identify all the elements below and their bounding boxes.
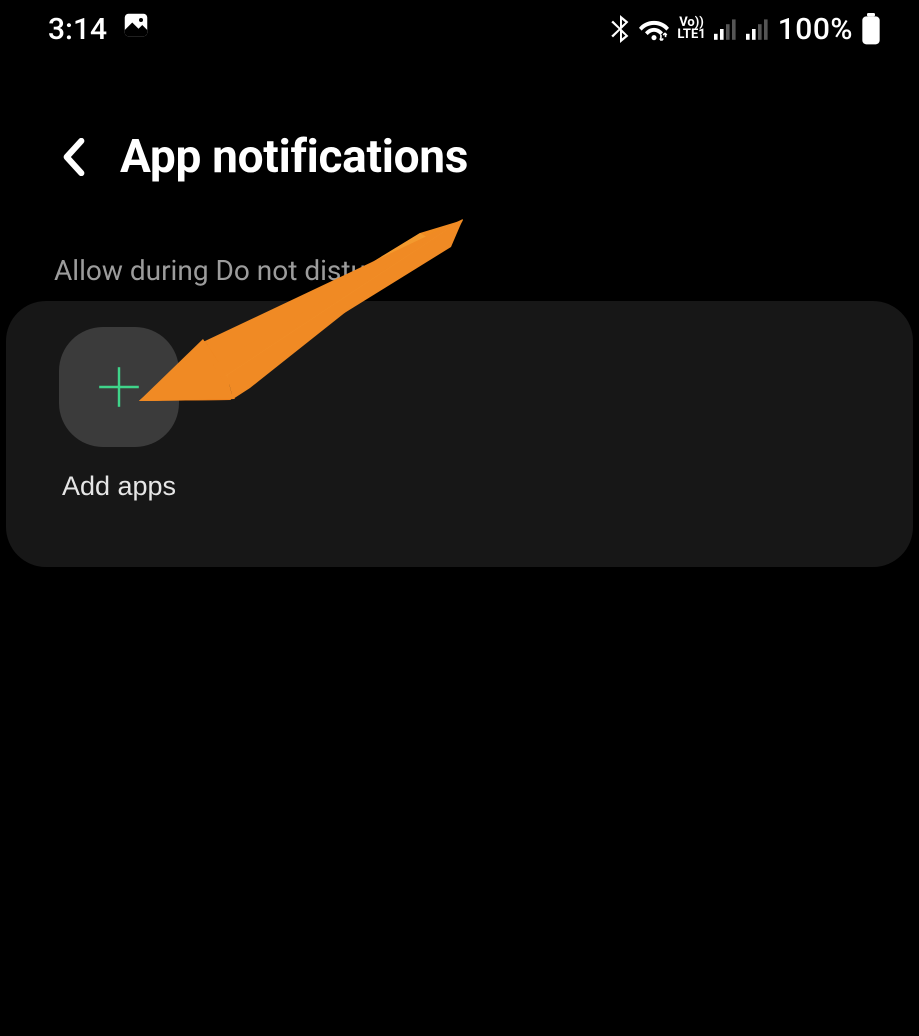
bluetooth-icon — [609, 15, 631, 43]
add-apps-button[interactable]: Add apps — [42, 327, 196, 502]
network-label: LTE1 — [677, 29, 705, 41]
signal-1-icon — [714, 18, 738, 40]
page-title: App notifications — [120, 130, 468, 184]
status-right: Vo)) LTE1 100% — [609, 12, 881, 47]
picture-icon — [121, 10, 151, 48]
section-label: Allow during Do not disturb — [0, 220, 919, 301]
battery-icon — [861, 13, 881, 45]
signal-2-icon — [746, 18, 770, 40]
chevron-left-icon — [61, 138, 87, 176]
page-header: App notifications — [0, 58, 919, 220]
plus-icon — [59, 327, 179, 447]
volte-icon: Vo)) LTE1 — [677, 17, 705, 40]
add-apps-label: Add apps — [62, 471, 176, 502]
status-time: 3:14 — [48, 12, 107, 47]
battery-percentage: 100% — [778, 12, 853, 47]
status-bar: 3:14 Vo)) LTE1 — [0, 0, 919, 58]
wifi-icon — [639, 17, 669, 41]
back-button[interactable] — [54, 137, 94, 177]
allowed-apps-card: Add apps — [6, 301, 913, 567]
status-left: 3:14 — [48, 10, 151, 48]
